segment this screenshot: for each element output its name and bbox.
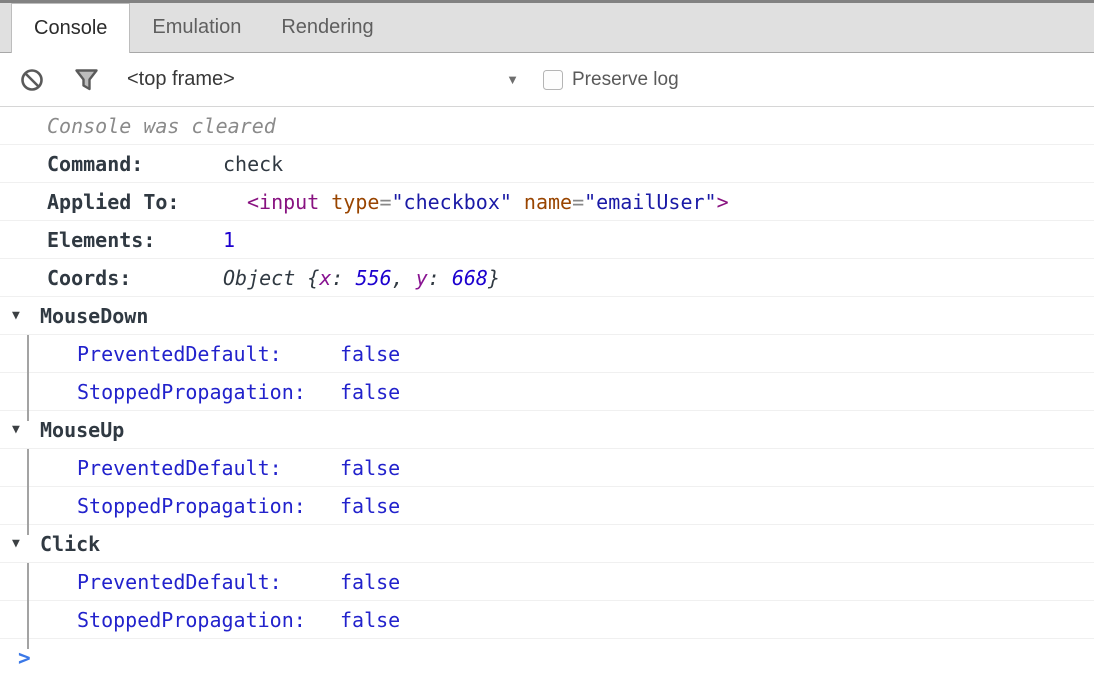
devtools-tab-bar: Console Emulation Rendering <box>0 3 1094 53</box>
filter-icon[interactable] <box>73 66 100 93</box>
command-value: check <box>223 152 283 176</box>
tab-rendering[interactable]: Rendering <box>267 3 387 52</box>
log-row-command: Command: check <box>0 145 1094 183</box>
console-prompt[interactable]: > <box>0 639 1094 677</box>
group-body-mouseup: PreventedDefault: false StoppedPropagati… <box>0 449 1094 525</box>
log-row-coords: Coords: Object {x: 556, y: 668} <box>0 259 1094 297</box>
console-toolbar: <top frame> ▼ Preserve log <box>0 53 1094 107</box>
preserve-log-label[interactable]: Preserve log <box>572 69 679 91</box>
log-row-prevented-default: PreventedDefault: false <box>0 563 1094 601</box>
log-row-elements: Elements: 1 <box>0 221 1094 259</box>
group-body-mousedown: PreventedDefault: false StoppedPropagati… <box>0 335 1094 411</box>
log-row-prevented-default: PreventedDefault: false <box>0 335 1094 373</box>
tab-emulation[interactable]: Emulation <box>138 3 255 52</box>
group-title: MouseDown <box>40 304 148 328</box>
group-header-mouseup[interactable]: ▼ MouseUp <box>0 411 1094 449</box>
applied-to-label: Applied To: <box>47 190 223 214</box>
elements-count: 1 <box>223 228 235 252</box>
devtools-window: Console Emulation Rendering <top frame> … <box>0 0 1094 700</box>
disclosure-triangle-icon: ▼ <box>12 308 40 323</box>
coords-label: Coords: <box>47 266 223 290</box>
console-output: Console was cleared Command: check Appli… <box>0 107 1094 677</box>
frame-selector-value: <top frame> <box>127 68 235 91</box>
tab-console[interactable]: Console <box>11 3 130 53</box>
group-header-click[interactable]: ▼ Click <box>0 525 1094 563</box>
preserve-log-checkbox[interactable] <box>543 70 563 90</box>
console-cleared-message: Console was cleared <box>0 107 1094 145</box>
element-preview[interactable]: <inputtype="checkbox"name="emailUser"> <box>247 190 729 214</box>
group-body-click: PreventedDefault: false StoppedPropagati… <box>0 563 1094 639</box>
group-title: Click <box>40 532 100 556</box>
group-header-mousedown[interactable]: ▼ MouseDown <box>0 297 1094 335</box>
object-preview[interactable]: Object {x: 556, y: 668} <box>223 266 500 290</box>
disclosure-triangle-icon: ▼ <box>12 422 40 437</box>
chevron-down-icon: ▼ <box>506 72 519 87</box>
log-row-stopped-propagation: StoppedPropagation: false <box>0 373 1094 411</box>
prompt-chevron-icon: > <box>18 646 31 670</box>
group-title: MouseUp <box>40 418 124 442</box>
log-row-stopped-propagation: StoppedPropagation: false <box>0 601 1094 639</box>
frame-selector-dropdown[interactable]: <top frame> ▼ <box>127 68 519 91</box>
elements-label: Elements: <box>47 228 223 252</box>
command-label: Command: <box>47 152 223 176</box>
clear-console-icon[interactable] <box>20 68 44 92</box>
log-row-stopped-propagation: StoppedPropagation: false <box>0 487 1094 525</box>
disclosure-triangle-icon: ▼ <box>12 536 40 551</box>
log-row-prevented-default: PreventedDefault: false <box>0 449 1094 487</box>
log-row-applied-to: Applied To: <inputtype="checkbox"name="e… <box>0 183 1094 221</box>
